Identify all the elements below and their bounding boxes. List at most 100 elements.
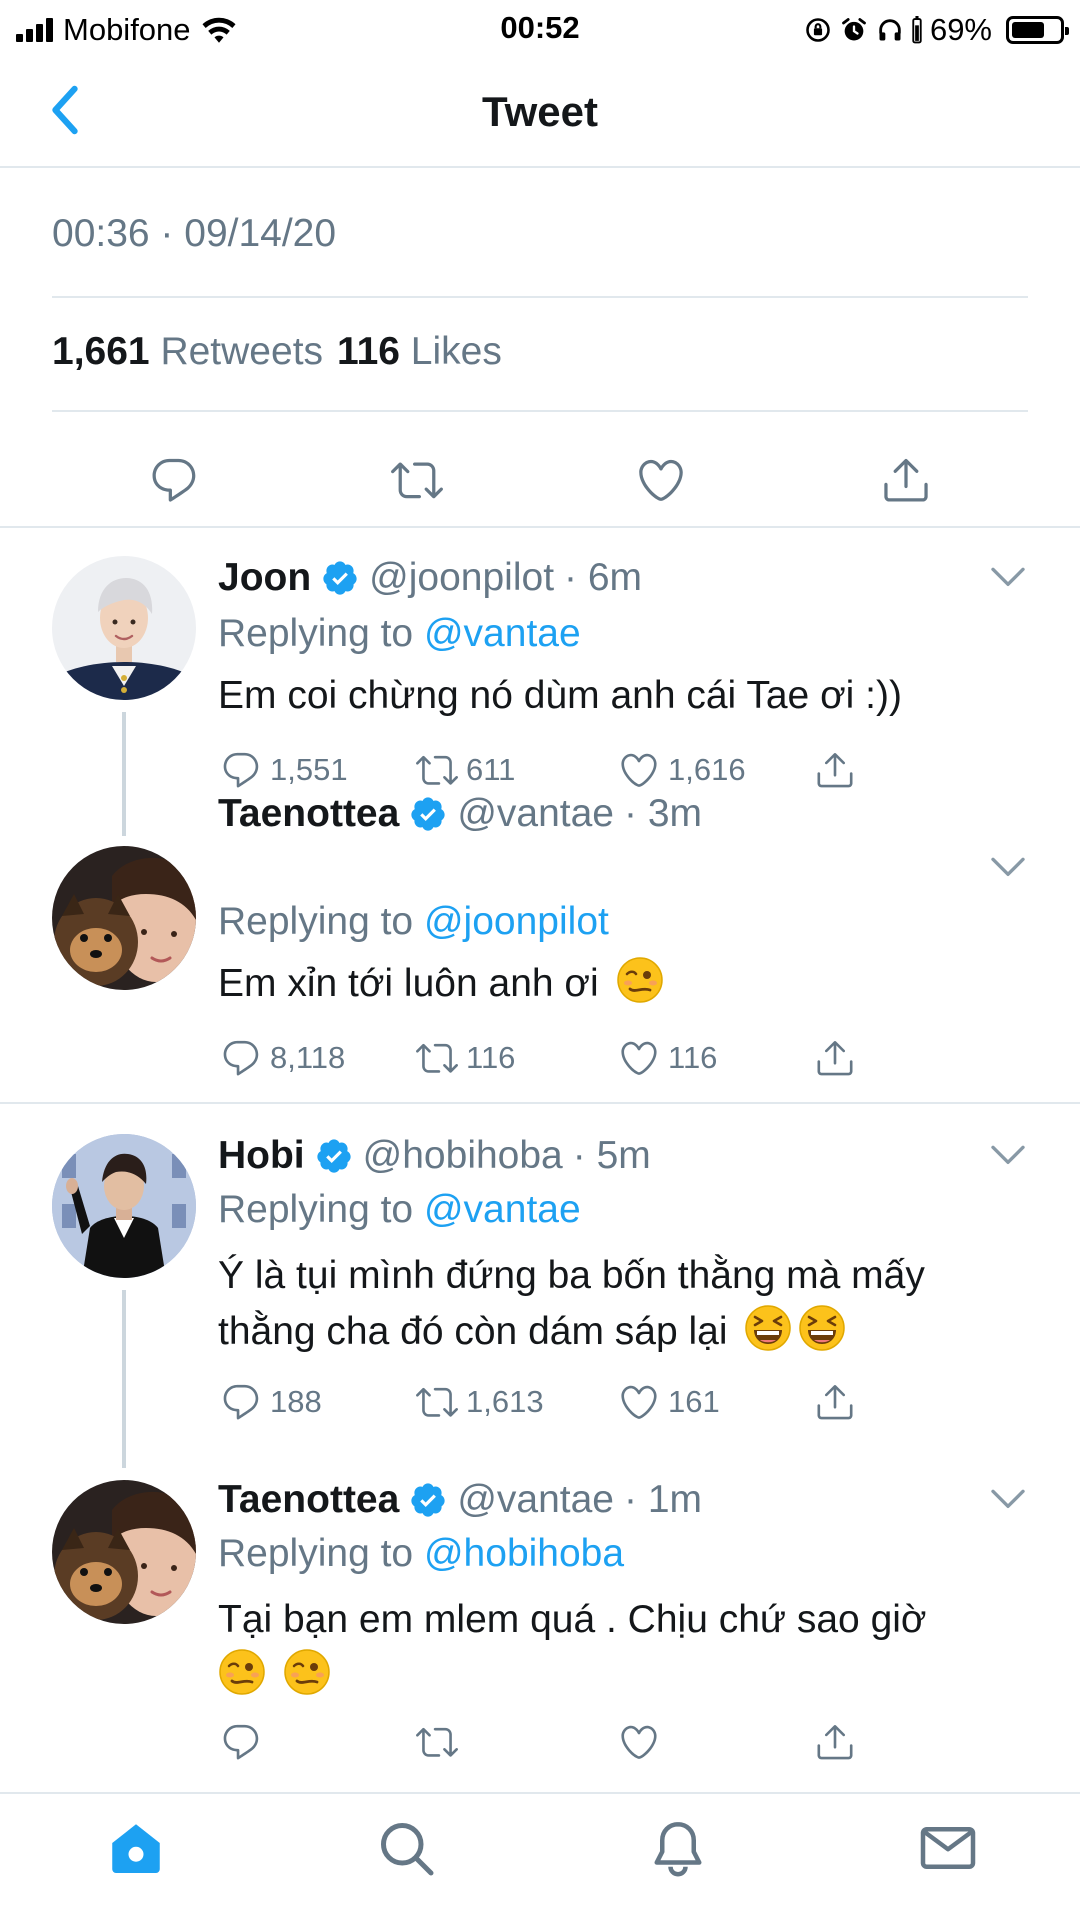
- section-divider: [0, 526, 1080, 528]
- like-button[interactable]: 1,616: [618, 746, 746, 794]
- user-handle[interactable]: @hobihoba: [363, 1134, 563, 1178]
- woozy-face-emoji: [218, 1648, 266, 1696]
- reply-count: 188: [270, 1384, 322, 1419]
- display-name[interactable]: Taenottea: [218, 792, 399, 836]
- user-handle[interactable]: @vantae: [457, 792, 614, 836]
- avatar[interactable]: [52, 1134, 196, 1278]
- retweet-count: 1,613: [466, 1384, 544, 1419]
- share-icon: [814, 1381, 856, 1423]
- comment-icon: [220, 1721, 262, 1763]
- home-icon: [112, 1824, 160, 1873]
- mention-link[interactable]: @vantae: [424, 1188, 581, 1231]
- like-button[interactable]: [621, 440, 701, 520]
- reply-button[interactable]: 8,118: [220, 1034, 345, 1082]
- retweet-icon: [416, 749, 458, 791]
- thread-connector: [122, 712, 126, 836]
- tweet-stats: 1,661 Retweets 116 Likes: [52, 330, 502, 374]
- mention-link[interactable]: @vantae: [424, 612, 581, 655]
- tweet-text: Em xỉn tới luôn anh ơi: [218, 956, 1008, 1012]
- replying-to: Replying to @vantae: [218, 1188, 581, 1232]
- share-button[interactable]: [814, 1718, 856, 1766]
- share-button[interactable]: [866, 440, 946, 520]
- retweet-button[interactable]: [377, 440, 457, 520]
- user-handle[interactable]: @joonpilot: [369, 556, 554, 600]
- woozy-face-emoji: [616, 956, 664, 1004]
- display-name[interactable]: Taenottea: [218, 1478, 399, 1522]
- like-button[interactable]: [618, 1718, 660, 1766]
- reply-count: 8,118: [270, 1040, 346, 1075]
- tweet-header: Taenottea @vantae · 1m: [218, 1478, 702, 1522]
- tweet-age: · 5m: [572, 1134, 651, 1177]
- tab-home[interactable]: [100, 1812, 172, 1884]
- avatar[interactable]: [52, 846, 196, 990]
- retweets-stat[interactable]: 1,661 Retweets: [52, 330, 323, 374]
- tweet-timestamp: 00:36 · 09/14/20: [52, 212, 337, 255]
- verified-badge-icon: [321, 559, 359, 597]
- main-tweet-actions: [0, 440, 1080, 520]
- search-icon: [381, 1823, 434, 1876]
- share-icon: [814, 1721, 856, 1763]
- like-label: Likes: [410, 330, 502, 373]
- retweet-button[interactable]: 611: [416, 746, 515, 794]
- headphones-icon: [879, 19, 901, 41]
- replying-label: Replying to: [218, 1532, 414, 1575]
- retweet-count: 1,661: [52, 330, 150, 373]
- retweet-button[interactable]: 1,613: [416, 1378, 544, 1426]
- replying-to: Replying to @vantae: [218, 612, 581, 656]
- tab-notifications[interactable]: [642, 1812, 714, 1884]
- comment-icon: [220, 1037, 262, 1079]
- tab-messages[interactable]: [912, 1812, 984, 1884]
- replying-to: Replying to @joonpilot: [218, 900, 609, 944]
- user-handle[interactable]: @vantae: [457, 1478, 614, 1522]
- headphone-battery-icon: [912, 16, 922, 44]
- like-count: 1,616: [668, 752, 746, 787]
- tab-search[interactable]: [370, 1812, 442, 1884]
- retweet-count: 116: [466, 1040, 516, 1075]
- messages-icon: [920, 1827, 976, 1869]
- like-button[interactable]: 116: [618, 1034, 717, 1082]
- heart-icon: [618, 1721, 660, 1763]
- tweet-text: Ý là tụi mình đứng ba bốn thằng mà mấy t…: [218, 1248, 1008, 1360]
- reply-button[interactable]: 1,551: [220, 746, 348, 794]
- replying-label: Replying to: [218, 612, 414, 655]
- avatar[interactable]: [52, 556, 196, 700]
- reply-button[interactable]: [220, 1718, 262, 1766]
- tweet-header: Taenottea @vantae · 3m: [218, 792, 702, 836]
- chevron-down-icon[interactable]: [988, 1134, 1028, 1174]
- retweet-button[interactable]: 116: [416, 1034, 515, 1082]
- reply-button[interactable]: [134, 440, 214, 520]
- verified-badge-icon: [409, 795, 447, 833]
- chevron-down-icon[interactable]: [988, 846, 1028, 886]
- retweet-label: Retweets: [160, 330, 324, 373]
- reply-count: 1,551: [270, 752, 348, 787]
- tweet-actions: 1,551 611 1,616: [218, 746, 918, 794]
- avatar[interactable]: [52, 1480, 196, 1624]
- chevron-down-icon[interactable]: [988, 1478, 1028, 1518]
- verified-badge-icon: [409, 1481, 447, 1519]
- retweet-icon: [416, 1721, 458, 1763]
- status-bar: Mobifone 00:52 69%: [0, 0, 1080, 56]
- retweet-button[interactable]: [416, 1718, 458, 1766]
- reply-button[interactable]: 188: [220, 1378, 322, 1426]
- display-name[interactable]: Joon: [218, 556, 311, 600]
- display-name[interactable]: Hobi: [218, 1134, 305, 1178]
- heart-icon: [618, 749, 660, 791]
- mention-link[interactable]: @hobihoba: [424, 1532, 624, 1575]
- share-button[interactable]: [814, 1034, 856, 1082]
- tweet-text-content: Em coi chừng nó dùm anh cái Tae ơi :)): [218, 674, 902, 717]
- comment-icon: [220, 749, 262, 791]
- chevron-down-icon[interactable]: [988, 556, 1028, 596]
- share-button[interactable]: [814, 1378, 856, 1426]
- like-count: 116: [337, 330, 400, 373]
- heart-icon: [618, 1381, 660, 1423]
- tweet-age: · 6m: [564, 556, 643, 599]
- share-button[interactable]: [814, 746, 856, 794]
- grinning-squinting-face-emoji: [744, 1304, 792, 1352]
- likes-stat[interactable]: 116 Likes: [337, 330, 502, 374]
- like-button[interactable]: 161: [618, 1378, 720, 1426]
- like-count: 116: [668, 1040, 718, 1075]
- navigation-bar: Tweet: [0, 56, 1080, 168]
- mention-link[interactable]: @joonpilot: [424, 900, 609, 943]
- section-divider: [0, 1102, 1080, 1104]
- retweet-count: 611: [466, 752, 516, 787]
